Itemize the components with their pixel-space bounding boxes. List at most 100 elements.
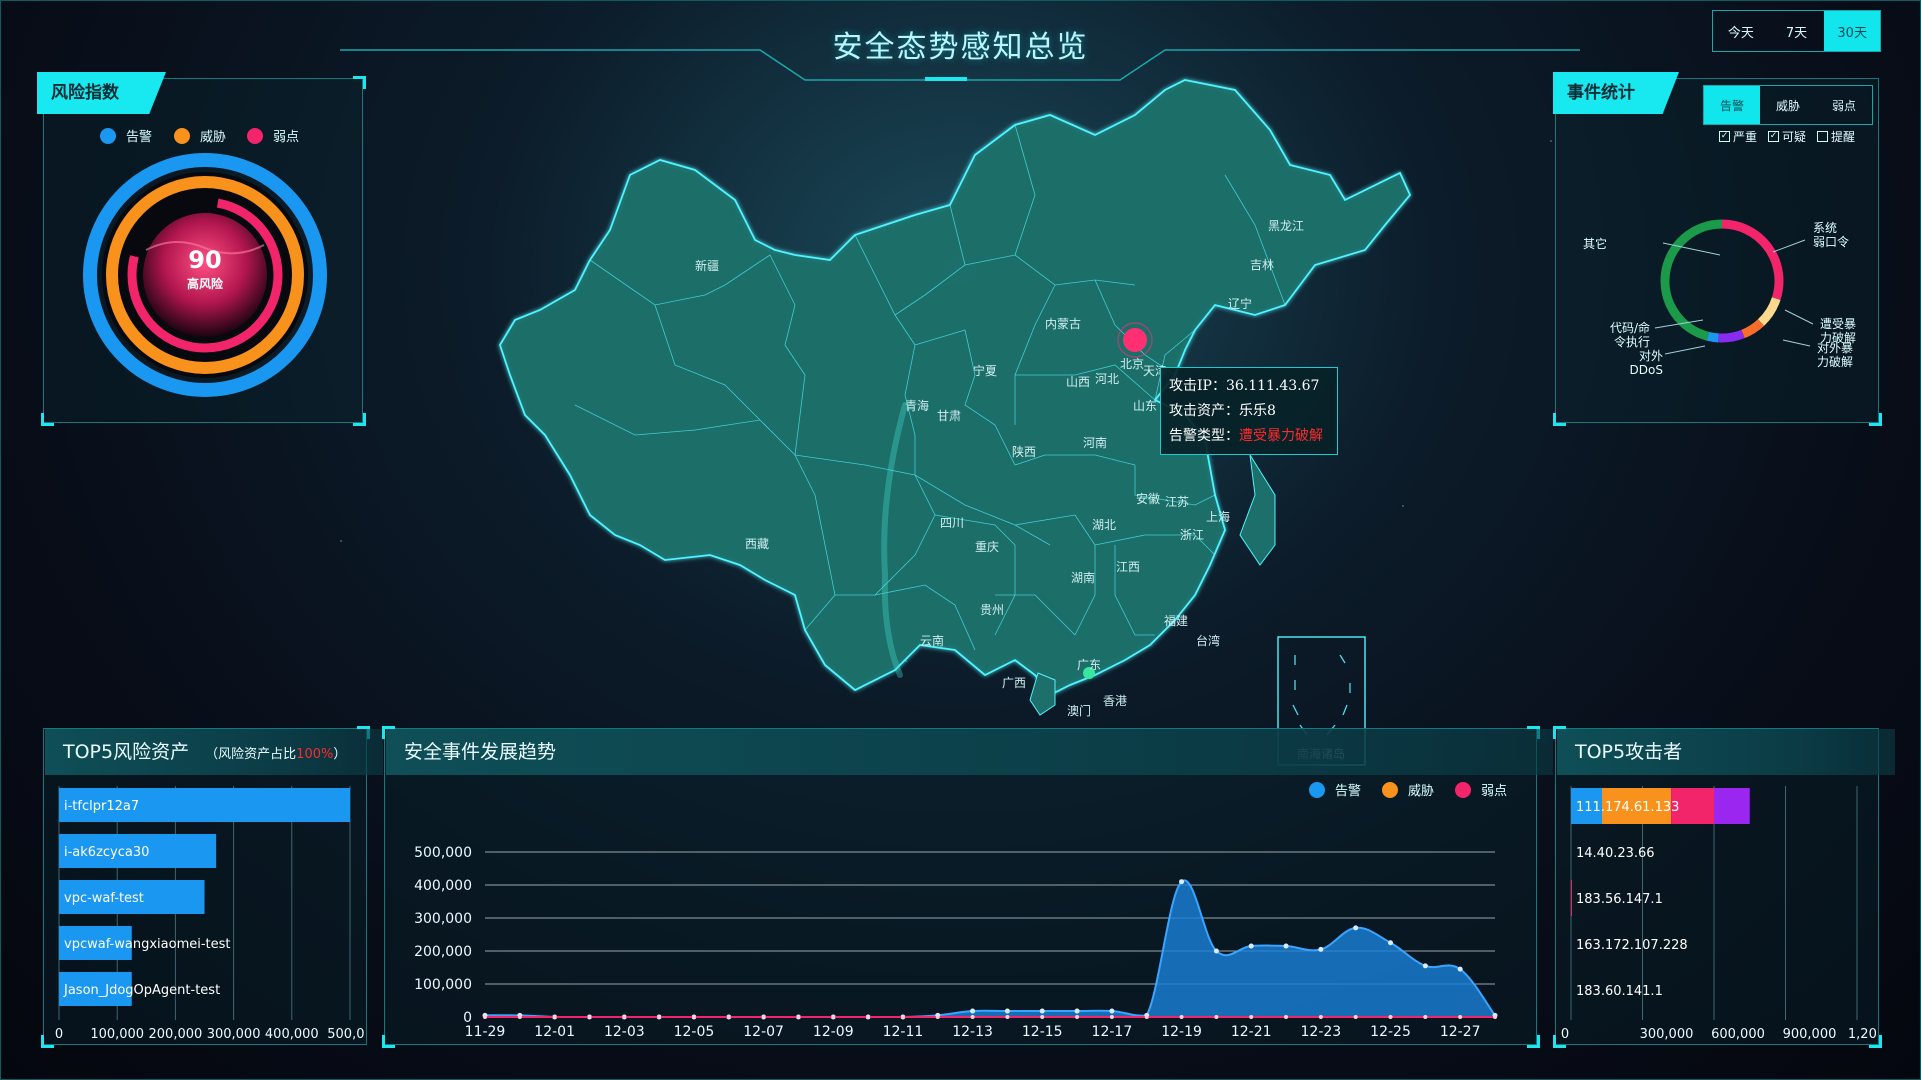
province-label: 浙江 — [1180, 528, 1205, 542]
donut-label: 其它 — [1583, 236, 1607, 251]
alert-dot-icon — [100, 127, 116, 144]
x-tick-label: 900,000 — [1783, 1027, 1837, 1042]
alert-point — [1318, 946, 1324, 952]
attacker-bar-segment — [1571, 880, 1572, 916]
x-tick-label: 400,000 — [265, 1027, 319, 1042]
tab-weakness[interactable]: 弱点 — [1816, 86, 1872, 124]
province-label: 青海 — [905, 399, 930, 413]
weakness-point — [1214, 1015, 1219, 1019]
x-tick-label: 200,000 — [149, 1027, 203, 1042]
time-today-button[interactable]: 今天 — [1713, 11, 1769, 51]
top5-attackers-chart: 0 300,000 600,000 900,000 1,200,000 111.174.6… — [1561, 786, 1877, 1042]
donut-slice — [1660, 219, 1723, 341]
alert-point — [1039, 1008, 1045, 1014]
province-label: 福建 — [1164, 614, 1189, 628]
filter-label: 可疑 — [1782, 130, 1807, 144]
alert-point — [1213, 948, 1219, 954]
y-tick-label: 200,000 — [414, 944, 472, 960]
x-tick-label: 100,000 — [90, 1027, 144, 1042]
panel-corner — [353, 413, 366, 426]
attacker-ip-label: 183.60.141.1 — [1576, 984, 1663, 999]
weakness-point — [691, 1015, 696, 1019]
trend-chart: 0100,000200,000300,000400,000500,00011-2… — [414, 845, 1498, 1040]
risk-legend-alert[interactable]: 告警 — [100, 126, 152, 145]
alert-area — [485, 880, 1495, 1017]
filter-severe-checkbox[interactable]: ✓ 严重 — [1719, 128, 1757, 145]
risk-legend-threat[interactable]: 威胁 — [174, 126, 226, 145]
asset-bar-label: i-ak6zcyca30 — [64, 845, 149, 860]
x-tick-label: 12-17 — [1092, 1024, 1133, 1040]
legend-label: 弱点 — [273, 130, 300, 145]
donut-label: 代码/命令执行 — [1610, 320, 1650, 349]
south-sea-dashes — [1292, 654, 1351, 736]
province-label: 山东 — [1133, 399, 1158, 413]
tooltip-asset-row: 攻击资产：乐乐8 — [1169, 399, 1329, 424]
event-type-tabs: 告警 威胁 弱点 — [1703, 85, 1873, 125]
donut-slice — [1706, 331, 1719, 343]
asset-bar-label: vpcwaf-wangxiaomei-test — [64, 937, 231, 952]
alert-point — [970, 1008, 976, 1014]
donut-label: 对外 DDoS — [1630, 349, 1663, 377]
weakness-point — [796, 1015, 801, 1019]
weakness-point — [1284, 1015, 1289, 1019]
trend-legend-alert[interactable]: 告警 — [1309, 780, 1361, 799]
filter-suspicious-checkbox[interactable]: ✓ 可疑 — [1768, 128, 1806, 145]
background-star — [1550, 140, 1552, 142]
weakness-point — [1353, 1015, 1358, 1019]
threat-dot-icon — [1382, 781, 1398, 798]
checkbox-empty-icon — [1817, 131, 1828, 142]
trend-legend-weakness[interactable]: 弱点 — [1455, 780, 1507, 799]
risk-gauge: 90 高风险 — [83, 153, 327, 397]
province-label: 新疆 — [695, 259, 720, 273]
province-label: 山西 — [1066, 375, 1091, 389]
tooltip-value: 乐乐8 — [1239, 403, 1276, 419]
province-label: 湖南 — [1071, 571, 1096, 585]
weakness-point — [831, 1015, 836, 1019]
attacker-ip-label: 183.56.147.1 — [1576, 892, 1663, 907]
time-7days-button[interactable]: 7天 — [1769, 11, 1825, 51]
risk-index-title: 风险指数 — [37, 72, 166, 114]
x-tick-label: 12-11 — [883, 1024, 924, 1040]
weakness-point — [552, 1015, 557, 1019]
filter-notice-checkbox[interactable]: 提醒 — [1817, 128, 1855, 145]
alert-point — [1388, 940, 1394, 946]
weakness-point — [1423, 1015, 1428, 1019]
x-tick-label: 12-03 — [604, 1024, 645, 1040]
asset-bar-label: i-tfclpr12a7 — [64, 799, 139, 814]
tooltip-value: 遭受暴力破解 — [1239, 428, 1323, 444]
x-tick-label: 12-23 — [1301, 1024, 1342, 1040]
weakness-point — [657, 1015, 662, 1019]
risk-legend-weakness[interactable]: 弱点 — [247, 126, 299, 145]
x-tick-label: 500,00 — [327, 1027, 365, 1042]
province-label: 甘肃 — [937, 409, 962, 423]
x-tick-label: 11-29 — [465, 1024, 506, 1040]
tab-threat[interactable]: 威胁 — [1760, 86, 1816, 124]
alert-point — [1457, 966, 1463, 972]
x-tick-label: 12-15 — [1022, 1024, 1063, 1040]
province-label: 广东 — [1077, 658, 1102, 672]
donut-slice — [1757, 297, 1781, 326]
tab-alert[interactable]: 告警 — [1704, 86, 1760, 124]
weakness-point — [935, 1015, 940, 1019]
top5-assets-chart: 0 100,000 200,000 300,000 400,000 500,00 i-tfc… — [55, 786, 365, 1042]
asset-bar-label: Jason_JdogOpAgent-test — [63, 983, 220, 998]
trend-legend-threat[interactable]: 威胁 — [1382, 780, 1434, 799]
weakness-point — [622, 1015, 627, 1019]
donut-leader-line — [1782, 339, 1811, 347]
weakness-point — [1040, 1015, 1045, 1019]
weakness-point — [1493, 1015, 1497, 1019]
alert-point — [1109, 1008, 1115, 1014]
time-30days-button[interactable]: 30天 — [1824, 11, 1881, 51]
tooltip-type-row: 告警类型：遭受暴力破解 — [1169, 424, 1329, 449]
ratio-prefix: （风险资产占比 — [205, 747, 297, 762]
weakness-point — [1249, 1015, 1254, 1019]
attacker-ip-label: 111.174.61.133 — [1576, 800, 1679, 815]
alert-point — [1074, 1008, 1080, 1014]
attack-source-marker[interactable] — [1123, 328, 1147, 352]
alert-point — [1422, 963, 1428, 969]
attacker-bar-segment — [1714, 788, 1750, 824]
weakness-point — [761, 1015, 766, 1019]
filter-label: 严重 — [1733, 130, 1758, 144]
risk-level: 高风险 — [187, 276, 224, 291]
tooltip-label: 攻击资产： — [1169, 403, 1239, 419]
